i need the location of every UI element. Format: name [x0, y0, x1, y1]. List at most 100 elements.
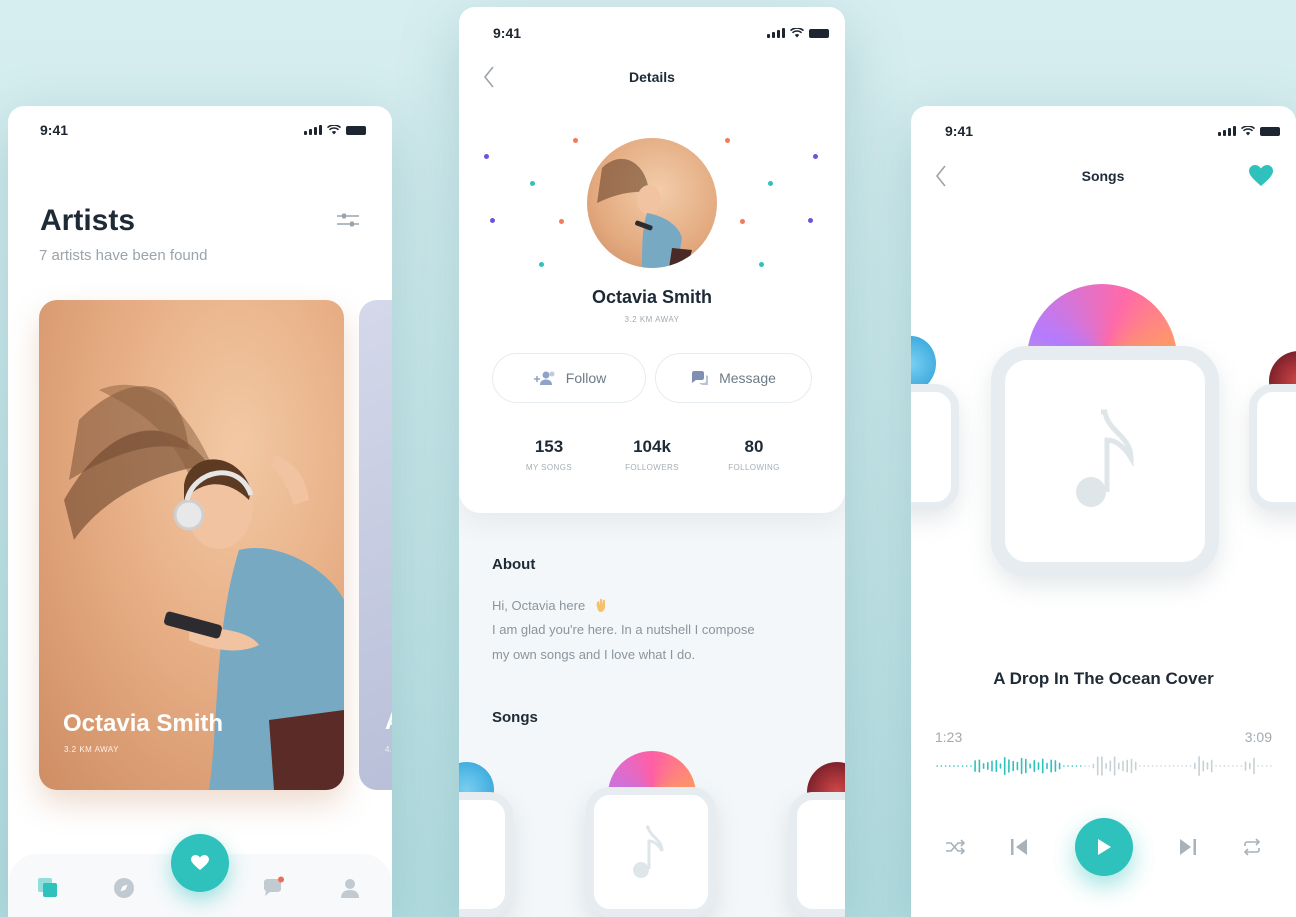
signal-icon	[767, 28, 785, 38]
message-label: Message	[719, 370, 776, 386]
waveform-bar	[1168, 765, 1171, 767]
battery-icon	[1260, 126, 1280, 136]
album-card-center[interactable]	[586, 787, 716, 917]
artist-name: Octavia Smith	[591, 287, 713, 307]
album-card-center[interactable]	[991, 346, 1219, 576]
about-text-line: I am glad you're here. In a nutshell I c…	[492, 622, 755, 637]
wifi-icon	[1241, 126, 1255, 136]
waveform-bar	[1202, 760, 1205, 772]
progress-waveform[interactable]	[935, 754, 1273, 778]
waveform-bar	[1147, 765, 1150, 767]
waveform-bar	[1046, 762, 1048, 770]
album-art-left	[911, 336, 936, 391]
stat-following: 80 FOLLOWING	[704, 437, 804, 472]
favorite-heart-icon[interactable]	[1248, 164, 1274, 188]
status-time: 9:41	[945, 123, 974, 139]
waveform-bar	[1020, 757, 1023, 775]
system-icons	[1218, 126, 1280, 136]
status-time: 9:41	[493, 25, 522, 41]
waveform-bar	[1172, 765, 1175, 767]
waveform-bar	[1249, 762, 1251, 770]
songs-heading: Songs	[492, 709, 538, 726]
waveform-bar	[1063, 765, 1065, 767]
waveform-bar	[1029, 763, 1031, 769]
waveform-bar	[987, 762, 989, 770]
previous-icon[interactable]	[1008, 836, 1030, 858]
music-note-icon	[1076, 409, 1134, 507]
waveform-bar	[1232, 765, 1234, 767]
waveform-bar	[982, 763, 985, 769]
waveform-bar	[1240, 765, 1243, 767]
waveform-bar	[974, 760, 976, 772]
stat-value: 80	[744, 437, 764, 456]
waveform-bar	[1134, 761, 1137, 771]
waveform-bar	[1223, 765, 1226, 767]
artist-card[interactable]: Octavia Smith 3.2 KM AWAY	[39, 300, 344, 790]
waveform-bar	[1206, 762, 1209, 770]
user-icon[interactable]	[338, 876, 362, 900]
favorite-button[interactable]	[171, 834, 229, 892]
compass-icon[interactable]	[112, 876, 136, 900]
stat-songs: 153 MY SONGS	[499, 437, 599, 472]
waveform-bar	[1105, 763, 1107, 769]
waveform-bar	[1113, 756, 1116, 776]
waveform-bar	[1227, 765, 1230, 767]
artist-name: Octavia Smith	[63, 710, 224, 737]
next-icon[interactable]	[1177, 836, 1199, 858]
about-text-line: my own songs and I love what I do.	[492, 647, 696, 662]
stat-label: FOLLOWING	[728, 463, 780, 472]
avatar-photo	[597, 158, 692, 268]
follow-button[interactable]: Follow	[492, 353, 646, 403]
wifi-icon	[327, 125, 341, 135]
shuffle-icon[interactable]	[944, 836, 966, 858]
artists-screen: 9:41 Artists 7 artists have been found O…	[8, 106, 392, 917]
waveform-bar	[1058, 762, 1061, 770]
waveform-bar	[1080, 765, 1082, 767]
chat-icon[interactable]	[261, 876, 285, 900]
about-heading: About	[492, 556, 536, 573]
waveform-bar	[1101, 756, 1103, 776]
artist-card-next[interactable]: A 4.	[359, 300, 392, 790]
album-card-left[interactable]	[911, 384, 959, 510]
artist-distance: 3.2 KM AWAY	[624, 315, 680, 324]
heart-icon	[191, 855, 209, 870]
message-button[interactable]: Message	[655, 353, 812, 403]
filter-icon[interactable]	[336, 212, 360, 228]
album-card-left[interactable]	[459, 792, 513, 917]
nav-title: Details	[629, 69, 675, 85]
repeat-icon[interactable]	[1241, 836, 1263, 858]
waveform-bar	[1215, 765, 1217, 767]
waveform-bar	[1050, 759, 1052, 773]
play-button[interactable]	[1075, 818, 1133, 876]
waveform-bar	[978, 759, 981, 773]
back-icon[interactable]	[935, 164, 947, 188]
waveform-bar	[1236, 765, 1238, 767]
waveform-bar	[961, 765, 964, 767]
waveform-bar	[999, 763, 1002, 769]
waveform-bar	[940, 765, 943, 767]
results-count: 7 artists have been found	[39, 247, 208, 264]
details-screen: 9:41 Details Octavia Smith 3.2 KM AWAY F…	[459, 7, 845, 917]
waveform-bar	[1075, 765, 1078, 767]
waveform-bar	[1143, 765, 1145, 767]
cards-icon[interactable]	[36, 876, 60, 900]
status-bar: 9:41	[911, 121, 1296, 141]
waveform-bar	[944, 765, 947, 767]
waveform-bar	[1151, 765, 1154, 767]
album-card-right[interactable]	[1249, 384, 1296, 510]
stat-value: 104k	[633, 437, 671, 456]
waveform-bar	[991, 760, 993, 772]
waveform-bar	[1257, 765, 1259, 767]
waveform-bar	[965, 765, 968, 767]
waveform-bar	[1008, 759, 1010, 773]
stat-followers: 104k FOLLOWERS	[602, 437, 702, 472]
waveform-bar	[1003, 757, 1006, 776]
back-icon[interactable]	[483, 65, 495, 89]
waveform-bar	[1194, 762, 1196, 770]
avatar	[587, 138, 717, 268]
waveform-bar	[1189, 765, 1192, 767]
waveform-bar	[1016, 761, 1019, 771]
total-duration: 3:09	[1244, 729, 1272, 745]
waveform-bar	[1181, 765, 1183, 767]
album-card-right[interactable]	[789, 792, 845, 917]
